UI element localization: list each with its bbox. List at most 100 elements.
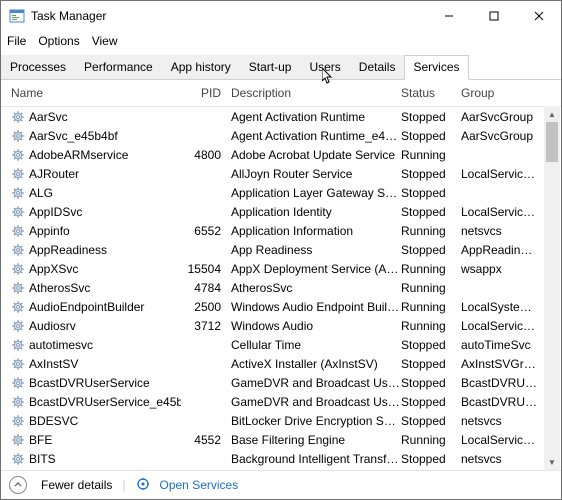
collapse-icon[interactable]	[9, 476, 27, 494]
service-status: Stopped	[401, 186, 461, 200]
table-row[interactable]: AppReadinessApp ReadinessStoppedAppReadi…	[1, 240, 561, 259]
table-row[interactable]: autotimesvcCellular TimeStoppedautoTimeS…	[1, 335, 561, 354]
table-body: AarSvcAgent Activation RuntimeStoppedAar…	[1, 107, 561, 470]
tab-app-history[interactable]: App history	[162, 55, 240, 79]
table-row[interactable]: AppIDSvcApplication IdentityStoppedLocal…	[1, 202, 561, 221]
tab-processes[interactable]: Processes	[1, 55, 75, 79]
menu-file[interactable]: File	[7, 34, 26, 48]
vertical-scrollbar[interactable]: ▲ ▼	[544, 106, 560, 470]
table-row[interactable]: AarSvcAgent Activation RuntimeStoppedAar…	[1, 107, 561, 126]
tab-users[interactable]: Users	[300, 55, 349, 79]
gear-icon	[11, 148, 25, 162]
service-desc: AtherosSvc	[231, 281, 401, 295]
tab-performance[interactable]: Performance	[75, 55, 162, 79]
scroll-up-icon[interactable]: ▲	[544, 106, 560, 122]
service-desc: AllJoyn Router Service	[231, 167, 401, 181]
table-row[interactable]: AarSvc_e45b4bfAgent Activation Runtime_e…	[1, 126, 561, 145]
column-header-name[interactable]: Name	[7, 86, 181, 100]
table-row[interactable]: ALGApplication Layer Gateway ServiceStop…	[1, 183, 561, 202]
table-row[interactable]: AdobeARMservice4800Adobe Acrobat Update …	[1, 145, 561, 164]
service-status: Stopped	[401, 129, 461, 143]
menubar: File Options View	[1, 31, 561, 51]
table-row[interactable]: BITSBackground Intelligent Transfer Serv…	[1, 449, 561, 468]
gear-icon	[11, 319, 25, 333]
service-desc: Agent Activation Runtime	[231, 110, 401, 124]
service-desc: Agent Activation Runtime_e45b4bf	[231, 129, 401, 143]
service-group: BcastDVRUser...	[461, 376, 539, 390]
service-group: wsappx	[461, 262, 539, 276]
scroll-down-icon[interactable]: ▼	[544, 454, 560, 470]
column-header-status[interactable]: Status	[401, 86, 461, 100]
service-pid: 3712	[181, 319, 231, 333]
table-row[interactable]: Audiosrv3712Windows AudioRunningLocalSer…	[1, 316, 561, 335]
tab-startup[interactable]: Start-up	[240, 55, 301, 79]
service-name: BcastDVRUserService_e45b...	[29, 395, 181, 409]
tab-details[interactable]: Details	[350, 55, 405, 79]
service-name: Appinfo	[29, 224, 70, 238]
table-row[interactable]: BFE4552Base Filtering EngineRunningLocal…	[1, 430, 561, 449]
table-row[interactable]: AudioEndpointBuilder2500Windows Audio En…	[1, 297, 561, 316]
fewer-details-link[interactable]: Fewer details	[41, 478, 112, 492]
column-header-pid[interactable]: PID	[181, 86, 231, 100]
gear-icon	[11, 205, 25, 219]
table-row[interactable]: AxInstSVActiveX Installer (AxInstSV)Stop…	[1, 354, 561, 373]
service-status: Running	[401, 262, 461, 276]
service-status: Running	[401, 224, 461, 238]
table-row[interactable]: AtherosSvc4784AtherosSvcRunning	[1, 278, 561, 297]
service-desc: Background Intelligent Transfer Servi...	[231, 452, 401, 466]
service-group: netsvcs	[461, 224, 539, 238]
service-name: AtherosSvc	[29, 281, 90, 295]
service-status: Running	[401, 281, 461, 295]
gear-icon	[11, 452, 25, 466]
service-status: Running	[401, 148, 461, 162]
gear-icon	[11, 300, 25, 314]
table-row[interactable]: AppXSvc15504AppX Deployment Service (App…	[1, 259, 561, 278]
service-group: LocalServiceN...	[461, 319, 539, 333]
menu-options[interactable]: Options	[38, 34, 79, 48]
service-name: BcastDVRUserService	[29, 376, 150, 390]
column-header-desc[interactable]: Description	[231, 86, 401, 100]
service-pid: 2500	[181, 300, 231, 314]
service-status: Stopped	[401, 414, 461, 428]
service-desc: Windows Audio Endpoint Builder	[231, 300, 401, 314]
service-group: netsvcs	[461, 452, 539, 466]
service-desc: BitLocker Drive Encryption Service	[231, 414, 401, 428]
service-desc: Application Information	[231, 224, 401, 238]
app-icon	[9, 8, 25, 24]
gear-icon	[11, 281, 25, 295]
table-row[interactable]: BluetoothUserServiceBluetooth User Suppo…	[1, 468, 561, 470]
table-row[interactable]: AJRouterAllJoyn Router ServiceStoppedLoc…	[1, 164, 561, 183]
service-group: netsvcs	[461, 414, 539, 428]
maximize-button[interactable]	[471, 1, 516, 31]
tab-services[interactable]: Services	[404, 55, 468, 80]
service-name: AppReadiness	[29, 243, 107, 257]
services-table: Name PID Description Status Group AarSvc…	[1, 80, 561, 470]
service-name: BFE	[29, 433, 52, 447]
table-row[interactable]: BcastDVRUserService_e45b... GameDVR and B…	[1, 392, 561, 411]
table-row[interactable]: BcastDVRUserServiceGameDVR and Broadcast…	[1, 373, 561, 392]
service-group: LocalServiceN...	[461, 167, 539, 181]
service-desc: AppX Deployment Service (AppXSVC)	[231, 262, 401, 276]
column-header-group[interactable]: Group	[461, 86, 539, 100]
close-button[interactable]	[516, 1, 561, 31]
table-row[interactable]: BDESVCBitLocker Drive Encryption Service…	[1, 411, 561, 430]
minimize-button[interactable]	[426, 1, 471, 31]
service-name: Audiosrv	[29, 319, 76, 333]
window-title: Task Manager	[31, 9, 426, 23]
service-pid: 4800	[181, 148, 231, 162]
gear-icon	[11, 357, 25, 371]
table-row[interactable]: Appinfo6552Application InformationRunnin…	[1, 221, 561, 240]
service-group: LocalSystemN...	[461, 300, 539, 314]
open-services-icon	[136, 477, 150, 494]
menu-view[interactable]: View	[92, 34, 118, 48]
service-status: Stopped	[401, 452, 461, 466]
gear-icon	[11, 129, 25, 143]
service-pid: 4784	[181, 281, 231, 295]
gear-icon	[11, 186, 25, 200]
scroll-thumb[interactable]	[546, 122, 558, 162]
footer-bar: Fewer details | Open Services	[1, 470, 561, 499]
open-services-link[interactable]: Open Services	[160, 478, 239, 492]
service-desc: Base Filtering Engine	[231, 433, 401, 447]
service-desc: ActiveX Installer (AxInstSV)	[231, 357, 401, 371]
service-desc: GameDVR and Broadcast User Servic...	[231, 395, 401, 409]
